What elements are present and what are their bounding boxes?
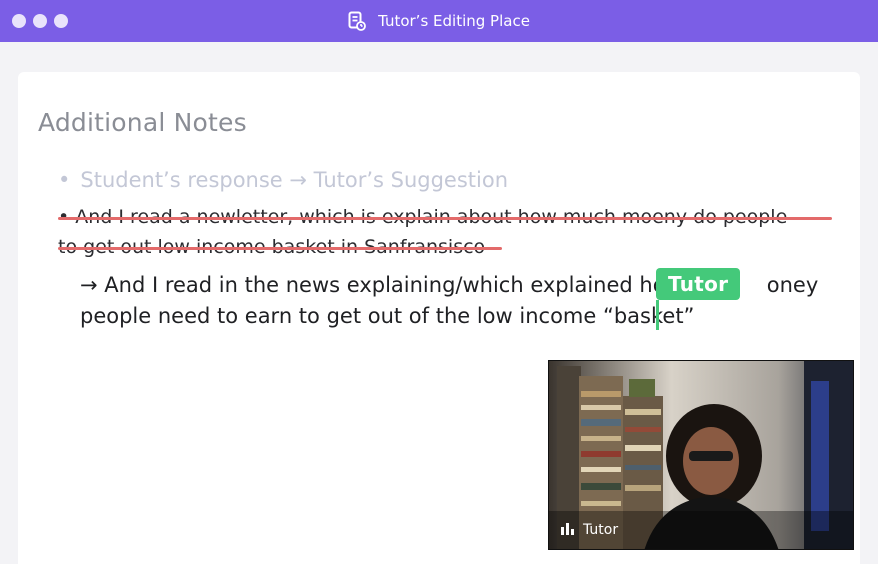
bullet-dot: •: [58, 168, 71, 192]
document-edit-icon: [348, 11, 366, 31]
student-response-line-1: • And I read a newletter, which is expla…: [58, 202, 848, 232]
minimize-window-button[interactable]: [33, 14, 47, 28]
page-title: Additional Notes: [38, 108, 247, 137]
window-title-group: Tutor’s Editing Place: [348, 11, 530, 31]
maximize-window-button[interactable]: [54, 14, 68, 28]
tutor-suggestion-text-1-end: oney: [766, 273, 819, 297]
legend-row: • Student’s response → Tutor’s Suggestio…: [58, 168, 508, 192]
collaborator-text-cursor: [656, 300, 659, 330]
tutor-suggestion-text-2: people need to earn to get out of the lo…: [80, 304, 695, 328]
student-response-block[interactable]: • And I read a newletter, which is expla…: [58, 202, 848, 262]
participant-label: Tutor: [561, 521, 618, 539]
strikethrough-line-2: [58, 247, 502, 250]
participant-name: Tutor: [583, 522, 619, 538]
tutor-suggestion-text-1: → And I read in the news explaining/whic…: [80, 273, 683, 297]
tutor-suggestion-line-2: people need to earn to get out of the lo…: [80, 301, 820, 332]
video-call-tile[interactable]: Tutor: [548, 360, 854, 550]
legend-text: Student’s response → Tutor’s Suggestion: [80, 168, 509, 192]
window-title: Tutor’s Editing Place: [378, 12, 530, 30]
close-window-button[interactable]: [12, 14, 26, 28]
window-titlebar: Tutor’s Editing Place: [0, 0, 878, 42]
collaborator-cursor-badge: Tutor: [656, 268, 741, 300]
window-controls: [12, 14, 68, 28]
strikethrough-line-1: [58, 217, 832, 220]
signal-bars-icon: [561, 521, 575, 539]
student-response-line-2: to get out low income basket in Sanfrans…: [58, 232, 848, 262]
